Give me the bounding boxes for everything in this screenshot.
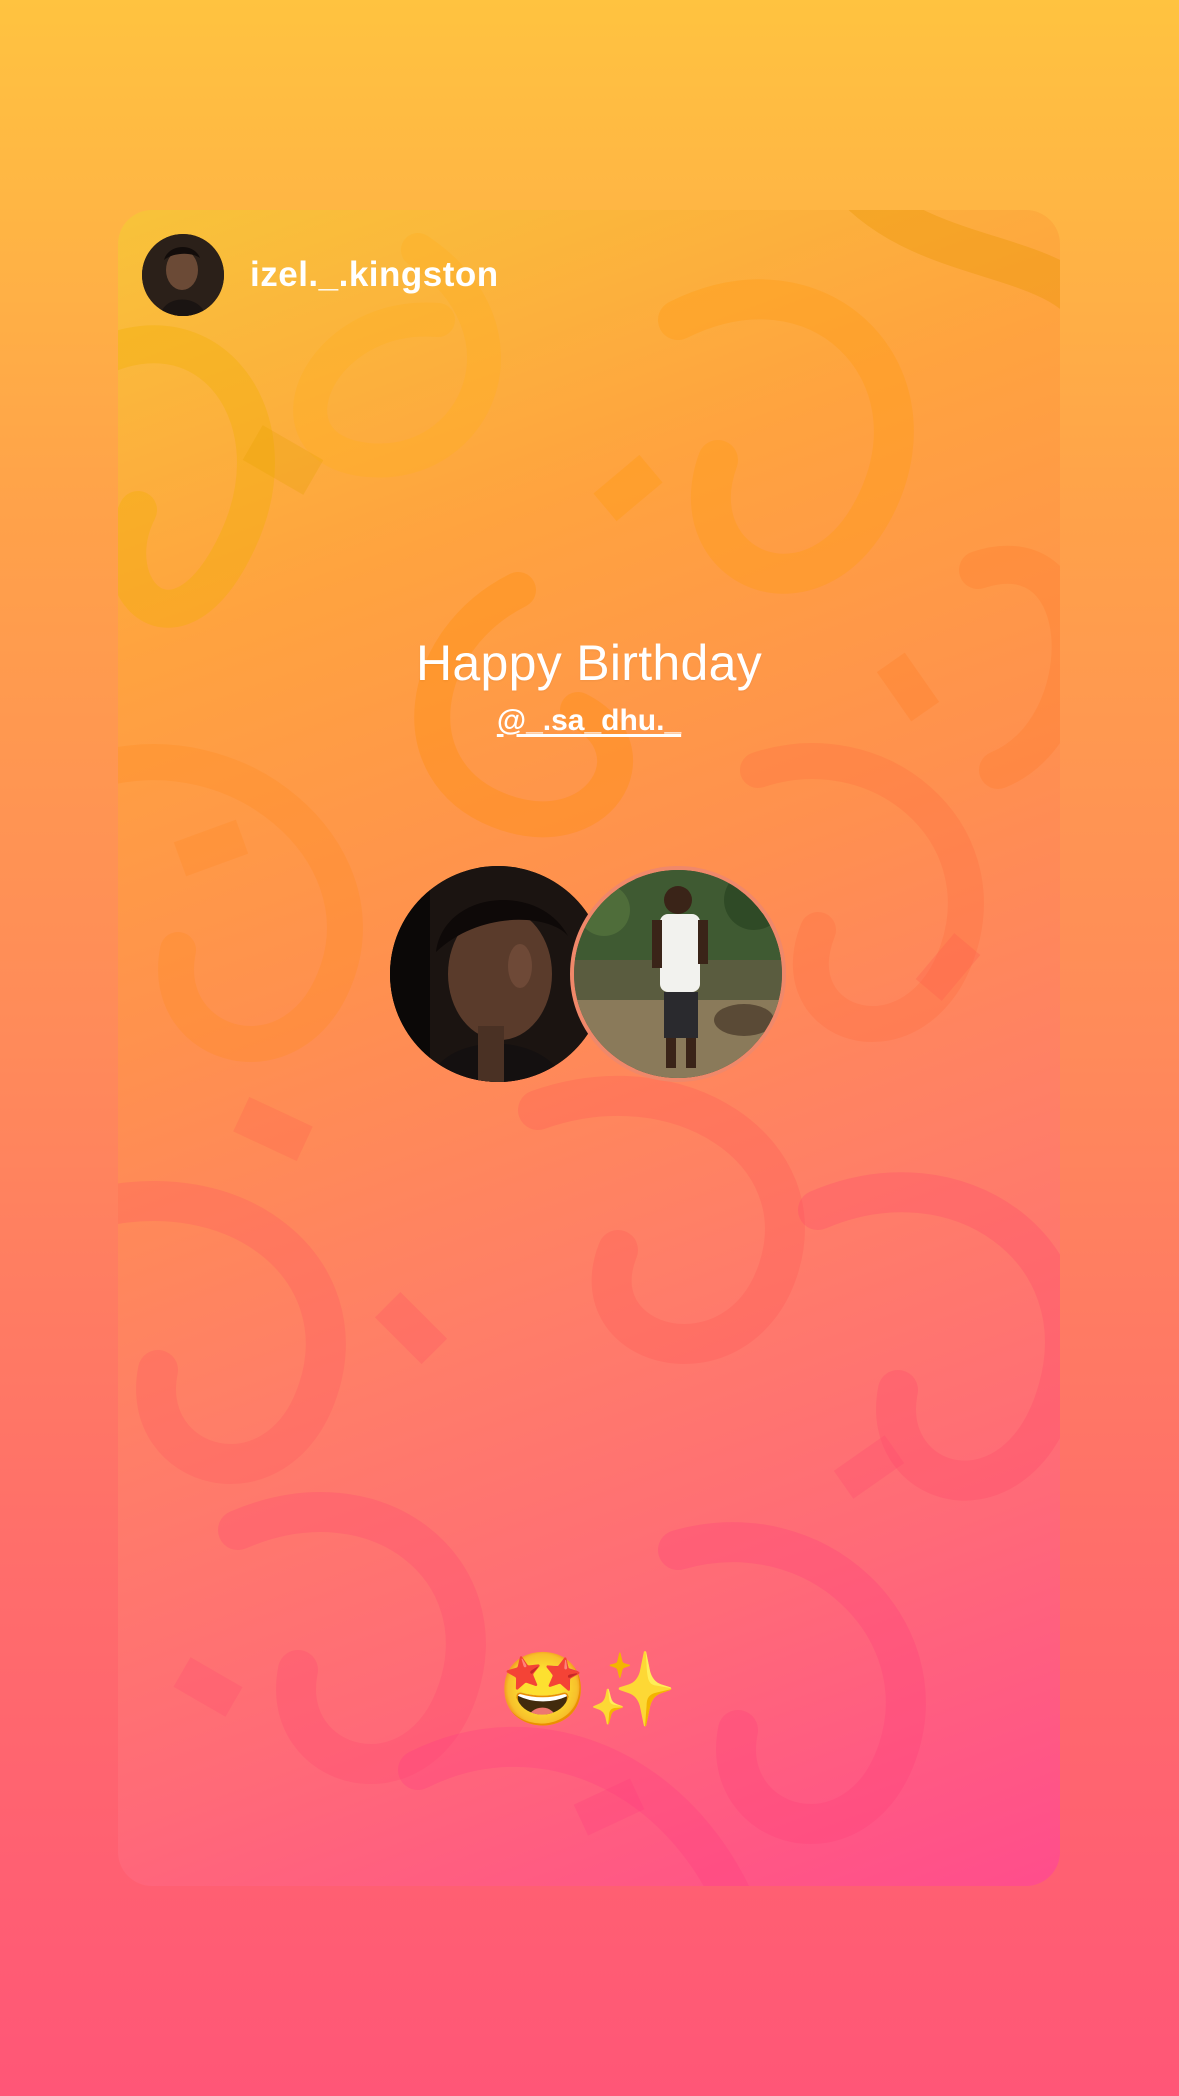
- author-avatar[interactable]: [142, 234, 224, 316]
- standing-photo-image: [574, 870, 782, 1078]
- emoji-sticker[interactable]: 🤩✨: [498, 1654, 677, 1726]
- profile-photo-image: [142, 234, 224, 316]
- story-author[interactable]: izel._.kingston: [142, 234, 499, 316]
- photo-standing[interactable]: [570, 866, 786, 1082]
- mention-text[interactable]: @_.sa_dhu._: [497, 704, 681, 737]
- story-title: Happy Birthday: [415, 635, 763, 691]
- story-card[interactable]: izel._.kingston Happy Birthday @_.sa_dhu…: [118, 210, 1060, 1886]
- confetti-background: [118, 210, 1060, 1886]
- mention-link[interactable]: @_.sa_dhu._: [118, 704, 1060, 738]
- author-username[interactable]: izel._.kingston: [250, 255, 499, 295]
